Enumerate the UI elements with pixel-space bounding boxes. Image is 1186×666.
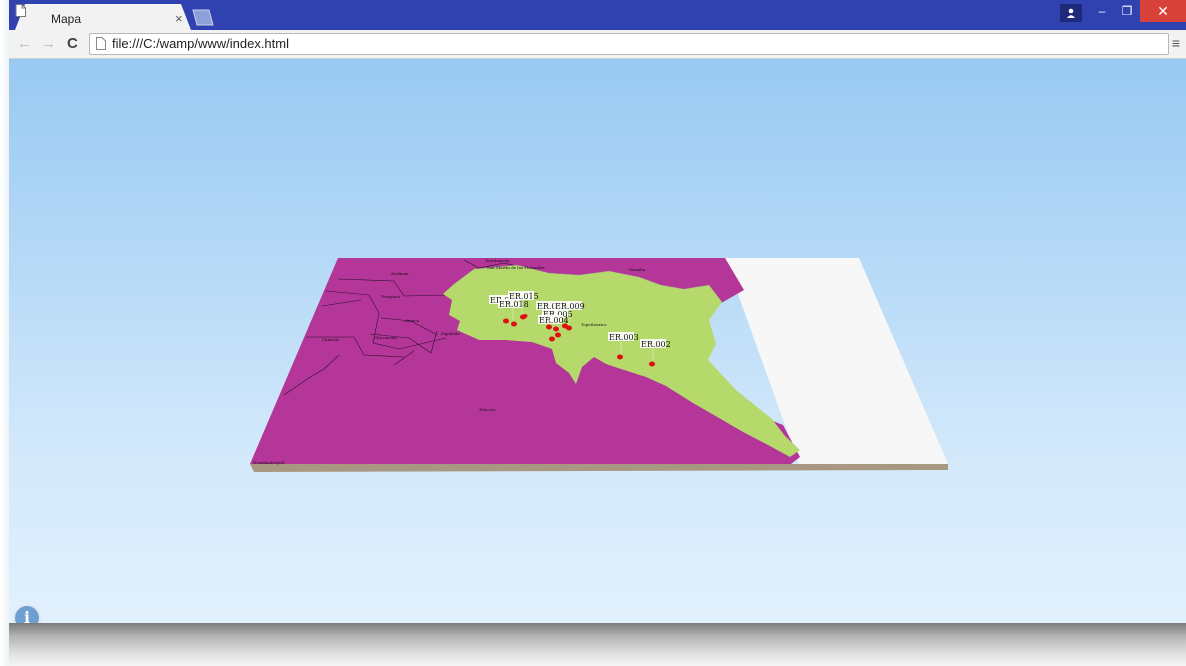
forward-icon[interactable]: → — [41, 35, 56, 52]
label-chiconcuac: Chiconcuac — [374, 335, 398, 340]
reload-icon[interactable]: C — [67, 35, 78, 52]
label-nezahualcoyotl: Nezahualcóyotl — [253, 460, 285, 465]
tab-title: Mapa — [51, 12, 82, 26]
marker-dot[interactable] — [617, 354, 623, 360]
label-tepetlaoxtoc: Tepetlaoxtoc — [581, 322, 608, 327]
browser-window: Mapa × – ❐ ✕ ← → C file:///C:/wamp/www/i… — [9, 0, 1186, 666]
close-window-button[interactable]: ✕ — [1140, 0, 1186, 22]
hamburger-menu-icon[interactable]: ≡ — [1172, 35, 1180, 51]
label-tezoyuca: Tezoyuca — [381, 294, 400, 299]
map-viewport[interactable]: Acolman San Martín de las Pirámides Teot… — [9, 59, 1186, 666]
label-otumba: Otumba — [629, 267, 646, 272]
window-bottom-shadow — [9, 623, 1186, 666]
page-icon — [96, 37, 106, 50]
map-base-edge — [250, 464, 948, 472]
url-text: file:///C:/wamp/www/index.html — [112, 36, 289, 51]
new-tab-button[interactable] — [189, 9, 215, 26]
title-bar: Mapa × – ❐ ✕ — [9, 0, 1186, 30]
label-atenco: Atenco — [404, 318, 420, 323]
maximize-button[interactable]: ❐ — [1114, 0, 1140, 22]
marker-label-er002: ER.002 — [641, 340, 671, 349]
map-scene[interactable]: Acolman San Martín de las Pirámides Teot… — [9, 59, 1186, 666]
marker-dot[interactable] — [522, 314, 528, 318]
marker-dot[interactable] — [566, 325, 572, 331]
window-left-edge — [0, 0, 9, 666]
window-controls: – ❐ ✕ — [1060, 0, 1186, 22]
tab-mapa[interactable]: Mapa × — [15, 4, 191, 30]
page-icon — [15, 4, 26, 17]
marker-dot[interactable] — [511, 321, 517, 327]
browser-toolbar: ← → C file:///C:/wamp/www/index.html ≡ — [9, 30, 1186, 59]
back-icon[interactable]: ← — [17, 35, 32, 52]
label-acolman: Acolman — [390, 271, 409, 276]
user-icon[interactable] — [1060, 4, 1082, 22]
marker-dot[interactable] — [503, 318, 509, 324]
marker-dot[interactable] — [546, 324, 552, 330]
address-bar[interactable]: file:///C:/wamp/www/index.html — [89, 33, 1169, 55]
marker-label-er018: ER.018 — [499, 300, 529, 309]
tab-shape — [15, 4, 191, 30]
label-teotihuacan: Teotihuacán — [485, 258, 510, 263]
tab-close-icon[interactable]: × — [175, 11, 183, 26]
label-chiautla: Chiautla — [322, 337, 340, 342]
marker-dot[interactable] — [555, 332, 561, 338]
minimize-button[interactable]: – — [1090, 0, 1114, 22]
marker-dot[interactable] — [649, 361, 655, 367]
label-san-martin: San Martín de las Pirámides — [487, 265, 545, 270]
label-papalotla: Papalotla — [441, 331, 460, 336]
marker-dot[interactable] — [549, 336, 555, 342]
marker-label-er003: ER.003 — [609, 333, 639, 342]
label-texcoco: Texcoco — [479, 407, 496, 412]
marker-dot[interactable] — [553, 326, 559, 332]
